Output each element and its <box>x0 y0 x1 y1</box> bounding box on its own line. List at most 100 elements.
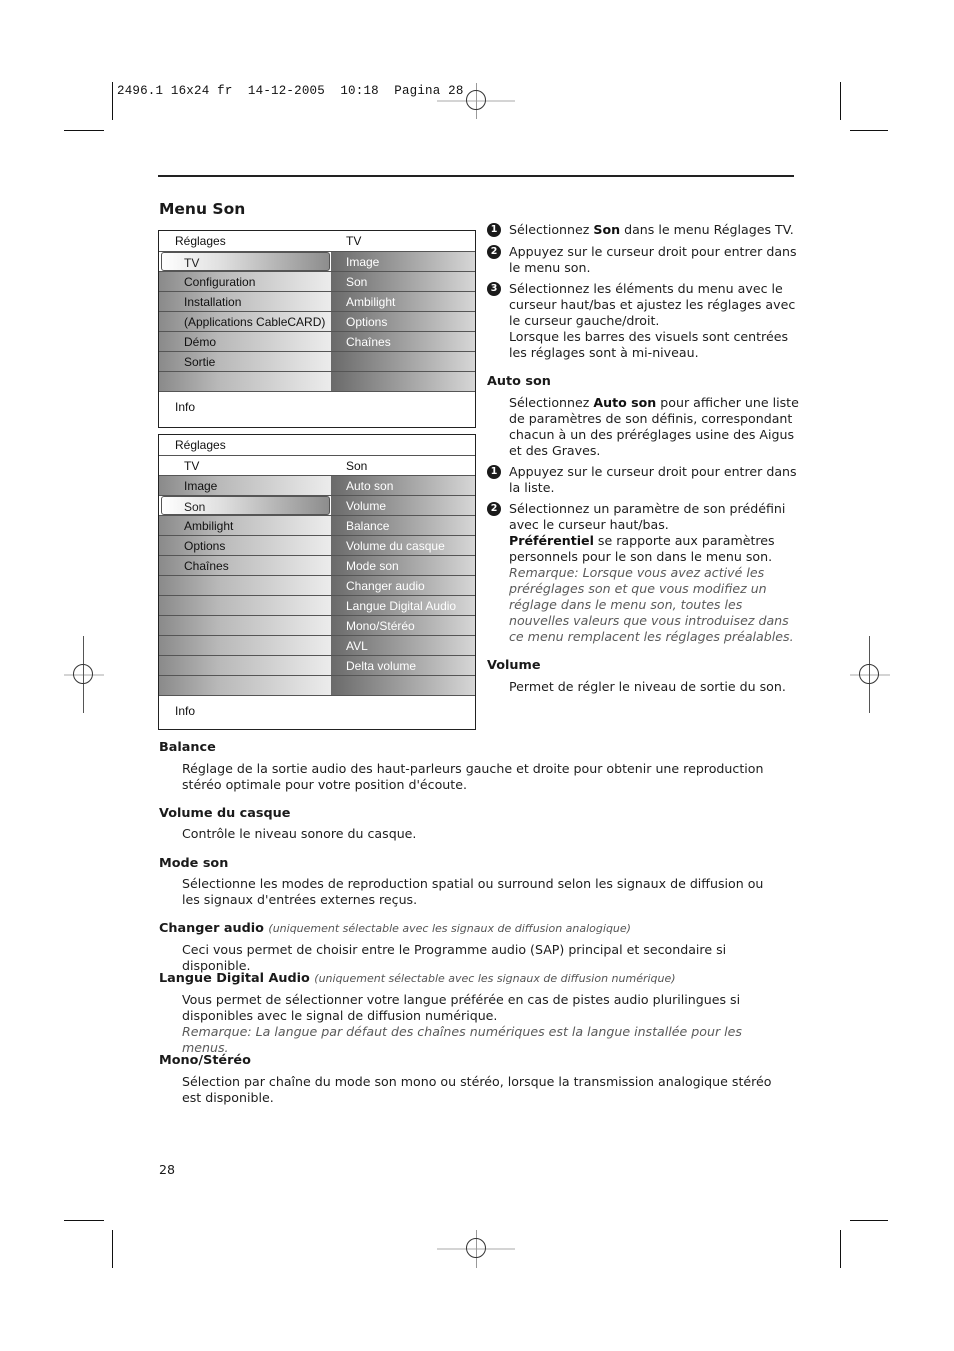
volume-text: Permet de régler le niveau de sortie du … <box>509 679 786 694</box>
menu-item-image[interactable]: Image <box>159 476 331 495</box>
menu-row[interactable]: Delta volume <box>159 655 475 675</box>
step-text: Sélectionnez Son dans le menu Réglages T… <box>509 222 799 238</box>
submenu-item-empty <box>331 352 475 371</box>
step-number-icon: 1 <box>487 465 501 479</box>
submenu-item-auto-son[interactable]: Auto son <box>331 476 475 495</box>
submenu-item-mono-stereo[interactable]: Mono/Stéréo <box>331 616 475 635</box>
text: Vous permet de sélectionner votre langue… <box>182 992 741 1023</box>
menu-row[interactable]: Mono/Stéréo <box>159 615 475 635</box>
menu-info-area: Info <box>159 391 475 428</box>
submenu-item-chaines[interactable]: Chaînes <box>331 332 475 351</box>
menu-item-options[interactable]: Options <box>159 536 331 555</box>
submenu-item-label: Ambilight <box>346 295 396 309</box>
page-number: 28 <box>159 1162 176 1177</box>
heading-balance: Balance <box>159 740 216 755</box>
text: dans le menu Réglages TV. <box>620 222 794 237</box>
crop-mark <box>64 130 104 131</box>
menu-row[interactable]: Démo Chaînes <box>159 331 475 351</box>
menu-item-tv[interactable]: TV <box>161 252 330 271</box>
submenu-item-label: Auto son <box>346 479 394 493</box>
text: Sélectionnez <box>509 222 594 237</box>
heading-mode-son: Mode son <box>159 856 229 871</box>
menu-row[interactable]: Changer audio <box>159 575 475 595</box>
remark: Remarque: Lorsque vous avez activé les p… <box>509 565 794 644</box>
menu-item-label: Configuration <box>184 275 256 289</box>
menu-item-label: Son <box>184 500 206 514</box>
menu-row[interactable]: Configuration Son <box>159 271 475 291</box>
submenu-item-label: Options <box>346 315 388 329</box>
menu-item-label: Image <box>184 479 218 493</box>
menu-item-empty <box>159 596 331 615</box>
submenu-item-label: AVL <box>346 639 368 653</box>
heading-volume: Volume <box>487 658 541 673</box>
submenu-item-langue-digital-audio[interactable]: Langue Digital Audio <box>331 596 475 615</box>
menu-row[interactable]: Son Volume <box>159 495 475 515</box>
menu-header: Réglages TV <box>159 231 475 251</box>
heading-auto-son: Auto son <box>487 374 551 389</box>
step-number-icon: 3 <box>487 282 501 296</box>
submenu-item-options[interactable]: Options <box>331 312 475 331</box>
menu-item-label: (Applications CableCARD) <box>184 315 326 329</box>
header-rule <box>158 175 794 177</box>
menu-row[interactable]: Sortie <box>159 351 475 371</box>
menu-row[interactable]: Ambilight Balance <box>159 515 475 535</box>
menu-row[interactable]: TV Image <box>159 251 475 271</box>
menu-item-empty <box>159 616 331 635</box>
submenu-item-label: Mode son <box>346 559 399 573</box>
info-label: Info <box>175 704 196 718</box>
menu-row[interactable]: Langue Digital Audio <box>159 595 475 615</box>
menu-subheader-right: Son <box>346 459 368 473</box>
menu-row[interactable]: (Applications CableCARD) Options <box>159 311 475 331</box>
menu-row[interactable]: Options Volume du casque <box>159 535 475 555</box>
menu-item-configuration[interactable]: Configuration <box>159 272 331 291</box>
menu-row[interactable]: Installation Ambilight <box>159 291 475 311</box>
submenu-item-ambilight[interactable]: Ambilight <box>331 292 475 311</box>
submenu-item-label: Volume <box>346 499 387 513</box>
menu-item-label: Chaînes <box>184 559 229 573</box>
submenu-item-delta-volume[interactable]: Delta volume <box>331 656 475 675</box>
menu-item-empty <box>159 372 331 391</box>
text: Lorsque les barres des visuels sont cent… <box>509 329 789 360</box>
submenu-item-mode-son[interactable]: Mode son <box>331 556 475 575</box>
menu-item-label: Ambilight <box>184 519 234 533</box>
text: Sélectionnez <box>509 395 594 410</box>
menu-row[interactable]: AVL <box>159 635 475 655</box>
menu-item-chaines[interactable]: Chaînes <box>159 556 331 575</box>
menu-subheader: TV Son <box>159 455 475 475</box>
text: Sélectionnez un paramètre de son prédéfi… <box>509 501 786 532</box>
menu-row-empty <box>159 371 475 391</box>
menu-item-demo[interactable]: Démo <box>159 332 331 351</box>
submenu-item-balance[interactable]: Balance <box>331 516 475 535</box>
step-number-icon: 2 <box>487 245 501 259</box>
menu-item-ambilight[interactable]: Ambilight <box>159 516 331 535</box>
step-number-icon: 2 <box>487 502 501 516</box>
step-text: Appuyez sur le curseur droit pour entrer… <box>509 464 797 495</box>
text-bold: Auto son <box>593 395 657 410</box>
menu-item-son[interactable]: Son <box>161 496 330 515</box>
submenu-item-label: Changer audio <box>346 579 425 593</box>
submenu-item-label: Image <box>346 255 380 269</box>
submenu-item-avl[interactable]: AVL <box>331 636 475 655</box>
submenu-item-label: Son <box>346 275 368 289</box>
crop-mark <box>112 1230 113 1268</box>
menu-item-label: Démo <box>184 335 217 349</box>
heading-volume-casque: Volume du casque <box>159 806 291 821</box>
menu-item-sortie[interactable]: Sortie <box>159 352 331 371</box>
submenu-item-label: Chaînes <box>346 335 391 349</box>
menu-row[interactable]: Image Auto son <box>159 475 475 495</box>
menu-row[interactable]: Chaînes Mode son <box>159 555 475 575</box>
menu-item-cablecard[interactable]: (Applications CableCARD) <box>159 312 331 331</box>
text: Changer audio <box>159 921 264 936</box>
submenu-item-volume-casque[interactable]: Volume du casque <box>331 536 475 555</box>
auto-son-intro: Sélectionnez Auto son pour afficher une … <box>509 395 801 459</box>
text-bold: Son <box>593 222 621 237</box>
menu-item-installation[interactable]: Installation <box>159 292 331 311</box>
submenu-item-son[interactable]: Son <box>331 272 475 291</box>
submenu-item-changer-audio[interactable]: Changer audio <box>331 576 475 595</box>
step-text: Sélectionnez les éléments du menu avec l… <box>509 281 799 361</box>
menu-header-right: TV <box>346 234 362 248</box>
submenu-item-volume[interactable]: Volume <box>331 496 475 515</box>
submenu-item-image[interactable]: Image <box>331 252 475 271</box>
text: Sélectionnez les éléments du menu avec l… <box>509 281 796 328</box>
volume-casque-text: Contrôle le niveau sonore du casque. <box>182 826 417 841</box>
